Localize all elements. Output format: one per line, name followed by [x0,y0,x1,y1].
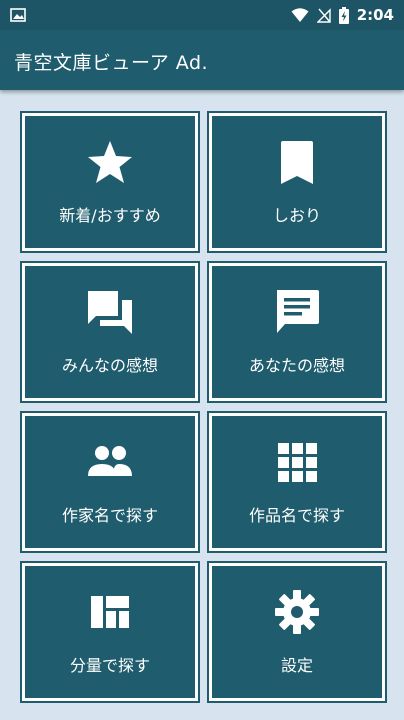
tile-label: 作品名で探す [248,506,345,525]
tile-your-reviews[interactable]: あなたの感想 [207,261,387,403]
tile-label: 新着/おすすめ [59,206,161,225]
tile-search-title[interactable]: 作品名で探す [207,411,387,553]
gear-icon [275,590,319,634]
tile-label: 作家名で探す [61,506,158,525]
tile-settings[interactable]: 設定 [207,561,387,703]
bookmark-icon [281,141,313,184]
forum-icon [88,291,132,334]
tile-search-author[interactable]: 作家名で探す [20,411,200,553]
tile-bookmarks[interactable]: しおり [207,111,387,253]
star-icon [88,141,132,183]
people-icon [88,446,132,476]
dashboard-icon [91,596,129,628]
grid-icon [278,443,317,482]
menu-grid: 新着/おすすめ しおり みんなの感想 あなたの感想 作家名で探す 作品名で探す … [0,0,404,720]
tile-label: あなたの感想 [248,356,345,375]
tile-label: みんなの感想 [61,356,158,375]
tile-label: 設定 [280,656,313,675]
tile-new-recommended[interactable]: 新着/おすすめ [20,111,200,253]
tile-search-length[interactable]: 分量で探す [20,561,200,703]
tile-label: 分量で探す [69,656,150,675]
comment-icon [277,290,319,333]
tile-everyone-reviews[interactable]: みんなの感想 [20,261,200,403]
tile-label: しおり [272,206,321,225]
